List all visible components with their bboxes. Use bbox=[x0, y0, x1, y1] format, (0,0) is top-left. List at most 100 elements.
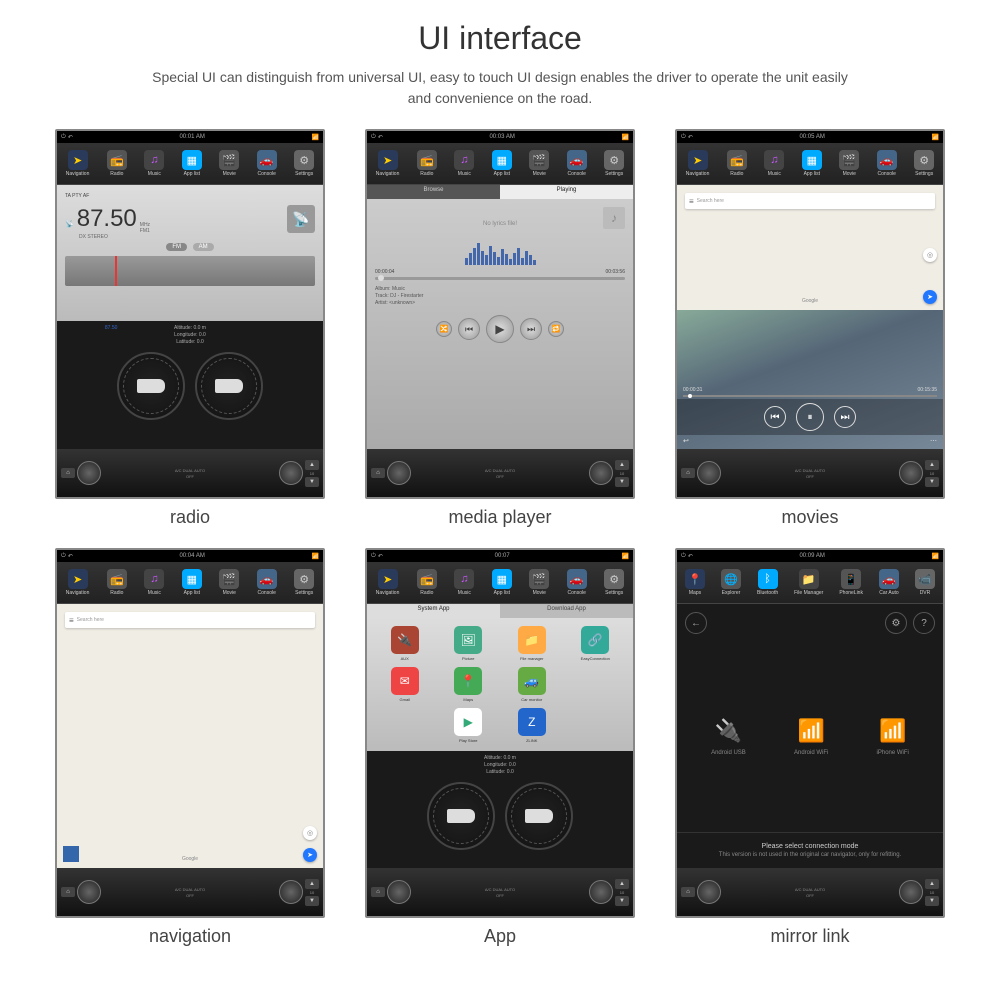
next-button[interactable]: ⏭ bbox=[520, 318, 542, 340]
right-knob[interactable] bbox=[279, 880, 303, 904]
tuning-dial[interactable] bbox=[65, 256, 315, 286]
console-icon[interactable]: 🚗 bbox=[567, 150, 587, 170]
left-knob[interactable] bbox=[387, 461, 411, 485]
music-icon[interactable]: ♫ bbox=[764, 150, 784, 170]
right-knob[interactable] bbox=[589, 461, 613, 485]
am-button[interactable]: AM bbox=[193, 243, 214, 251]
radio-icon[interactable]: 📻 bbox=[107, 150, 127, 170]
left-knob[interactable] bbox=[697, 880, 721, 904]
vol-down-button[interactable]: ▼ bbox=[925, 896, 939, 906]
radio-icon[interactable]: 📻 bbox=[417, 569, 437, 589]
app-picture-icon[interactable]: 🖼 bbox=[454, 626, 482, 654]
navigation-icon[interactable]: ➤ bbox=[378, 569, 398, 589]
console-icon[interactable]: 🚗 bbox=[257, 150, 277, 170]
console-icon[interactable]: 🚗 bbox=[567, 569, 587, 589]
power-icon[interactable]: ⏻ bbox=[681, 553, 686, 560]
tab-system-app[interactable]: System App bbox=[367, 604, 500, 618]
applist-icon[interactable]: ▦ bbox=[182, 150, 202, 170]
back-icon[interactable]: ↶ bbox=[378, 553, 383, 560]
console-icon[interactable]: 🚗 bbox=[877, 150, 897, 170]
search-box[interactable]: ≡Search here bbox=[65, 612, 315, 628]
vol-up-button[interactable]: ▲ bbox=[305, 879, 319, 889]
vol-up-button[interactable]: ▲ bbox=[925, 879, 939, 889]
directions-button[interactable]: ➤ bbox=[303, 848, 317, 862]
power-icon[interactable]: ⏻ bbox=[61, 553, 66, 560]
right-knob[interactable] bbox=[589, 880, 613, 904]
app-gmail-icon[interactable]: ✉ bbox=[391, 667, 419, 695]
carauto-icon[interactable]: 🚗 bbox=[879, 569, 899, 589]
maps-icon[interactable]: 📍 bbox=[685, 569, 705, 589]
video-prev-button[interactable]: ⏮ bbox=[764, 406, 786, 428]
search-box[interactable]: ≡Search here bbox=[685, 193, 935, 209]
app-aux-icon[interactable]: 🔌 bbox=[391, 626, 419, 654]
power-icon[interactable]: ⏻ bbox=[371, 553, 376, 560]
phonelink-icon[interactable]: 📱 bbox=[841, 569, 861, 589]
seek-bar[interactable] bbox=[375, 277, 625, 280]
navigation-icon[interactable]: ➤ bbox=[68, 569, 88, 589]
tab-playing[interactable]: Playing bbox=[500, 185, 633, 199]
home-button[interactable]: ⌂ bbox=[681, 887, 695, 897]
app-maps-icon[interactable]: 📍 bbox=[454, 667, 482, 695]
navigation-icon[interactable]: ➤ bbox=[378, 150, 398, 170]
app-zlink-icon[interactable]: Z bbox=[518, 708, 546, 736]
home-button[interactable]: ⌂ bbox=[61, 468, 75, 478]
tab-download-app[interactable]: Download App bbox=[500, 604, 633, 618]
settings-icon[interactable]: ⚙ bbox=[604, 569, 624, 589]
movie-icon[interactable]: 🎬 bbox=[839, 150, 859, 170]
app-playstore-icon[interactable]: ▶ bbox=[454, 708, 482, 736]
power-icon[interactable]: ⏻ bbox=[61, 134, 66, 141]
locate-button[interactable]: ◎ bbox=[303, 826, 317, 840]
return-icon[interactable]: ↩ bbox=[683, 437, 689, 445]
movie-icon[interactable]: 🎬 bbox=[529, 150, 549, 170]
tab-browse[interactable]: Browse bbox=[367, 185, 500, 199]
prev-button[interactable]: ⏮ bbox=[458, 318, 480, 340]
video-pause-button[interactable]: ⏸ bbox=[796, 403, 824, 431]
vol-up-button[interactable]: ▲ bbox=[615, 460, 629, 470]
help-button[interactable]: ? bbox=[913, 612, 935, 634]
right-knob[interactable] bbox=[899, 880, 923, 904]
menu-icon[interactable]: ≡ bbox=[69, 616, 74, 625]
android-wifi-option[interactable]: 📶Android WiFi bbox=[794, 718, 828, 756]
ac-controls[interactable]: A/C DUAL AUTO bbox=[485, 468, 515, 473]
bluetooth-icon[interactable]: ᛒ bbox=[758, 569, 778, 589]
settings-icon[interactable]: ⚙ bbox=[294, 569, 314, 589]
music-icon[interactable]: ♫ bbox=[144, 569, 164, 589]
vol-down-button[interactable]: ▼ bbox=[305, 896, 319, 906]
locate-button[interactable]: ◎ bbox=[923, 248, 937, 262]
radio-modes[interactable]: TA PTY AF bbox=[65, 193, 89, 199]
power-icon[interactable]: ⏻ bbox=[371, 134, 376, 141]
home-button[interactable]: ⌂ bbox=[681, 468, 695, 478]
movie-icon[interactable]: 🎬 bbox=[219, 569, 239, 589]
movie-icon[interactable]: 🎬 bbox=[219, 150, 239, 170]
explorer-icon[interactable]: 🌐 bbox=[721, 569, 741, 589]
ac-controls[interactable]: A/C DUAL AUTO bbox=[795, 468, 825, 473]
settings-icon[interactable]: ⚙ bbox=[604, 150, 624, 170]
vol-down-button[interactable]: ▼ bbox=[615, 896, 629, 906]
radio-icon[interactable]: 📻 bbox=[727, 150, 747, 170]
vol-up-button[interactable]: ▲ bbox=[305, 460, 319, 470]
play-button[interactable]: ▶ bbox=[486, 315, 514, 343]
app-easyconnection-icon[interactable]: 🔗 bbox=[581, 626, 609, 654]
power-icon[interactable]: ⏻ bbox=[681, 134, 686, 141]
app-carmonitor-icon[interactable]: 🚙 bbox=[518, 667, 546, 695]
left-knob[interactable] bbox=[387, 880, 411, 904]
android-usb-option[interactable]: 🔌Android USB bbox=[711, 718, 746, 756]
right-knob[interactable] bbox=[279, 461, 303, 485]
navigation-icon[interactable]: ➤ bbox=[688, 150, 708, 170]
home-button[interactable]: ⌂ bbox=[61, 887, 75, 897]
ac-controls[interactable]: A/C DUAL AUTO bbox=[795, 887, 825, 892]
back-icon[interactable]: ↶ bbox=[378, 134, 383, 141]
ac-controls[interactable]: A/C DUAL AUTO bbox=[485, 887, 515, 892]
video-next-button[interactable]: ⏭ bbox=[834, 406, 856, 428]
map-panel[interactable]: ≡Search here ◎ ➤ Google bbox=[57, 604, 323, 868]
left-knob[interactable] bbox=[77, 461, 101, 485]
music-icon[interactable]: ♫ bbox=[454, 569, 474, 589]
applist-icon[interactable]: ▦ bbox=[182, 569, 202, 589]
right-knob[interactable] bbox=[899, 461, 923, 485]
music-icon[interactable]: ♫ bbox=[144, 150, 164, 170]
back-icon[interactable]: ↶ bbox=[68, 134, 73, 141]
dvr-icon[interactable]: 📹 bbox=[915, 569, 935, 589]
map-thumbnail[interactable] bbox=[63, 846, 79, 862]
left-knob[interactable] bbox=[77, 880, 101, 904]
more-icon[interactable]: ⋯ bbox=[930, 437, 937, 445]
